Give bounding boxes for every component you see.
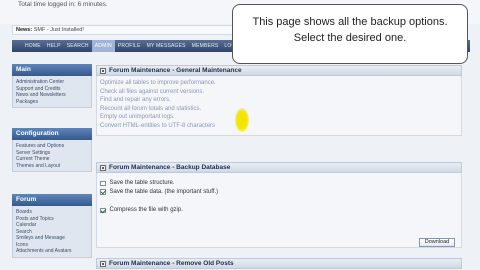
news-text: SMF - Just Installed! [33,27,84,33]
general-maintenance-header: Forum Maintenance - General Maintenance [96,65,462,76]
nav-help[interactable]: HELP [44,40,64,52]
check-files-link[interactable]: Check all files against current versions… [97,88,461,97]
tutorial-callout: This page shows all the backup options. … [232,4,468,64]
nav-profile[interactable]: PROFILE [115,40,144,52]
callout-line-2: Select the desired one. [293,32,407,44]
save-data-checkbox[interactable] [100,189,106,195]
backup-database-panel: Forum Maintenance - Backup Database Save… [96,162,462,248]
remove-old-posts-panel: Forum Maintenance - Remove Old Posts [96,258,462,269]
sidebar-forum-title: Forum [12,194,92,206]
cursor-highlight [235,108,249,132]
news-bar: News: SMF - Just Installed! [12,25,238,35]
maintenance-icon [100,164,106,171]
compress-gzip-label: Compress the file with gzip. [109,207,183,214]
sidebar-main-title: Main [12,64,92,76]
maintenance-icon [100,67,106,74]
admin-sidebar: Main Administration Center Support and C… [12,60,92,270]
callout-line-1: This page shows all the backup options. [252,16,448,28]
sidebar-item-packages[interactable]: Packages [16,99,88,106]
sidebar-configuration-section: Configuration Features and Options Serve… [12,128,92,172]
remove-old-posts-title: Forum Maintenance - Remove Old Posts [109,260,234,267]
sidebar-forum-section: Forum Boards Posts and Topics Calendar S… [12,194,92,258]
convert-utf8-link[interactable]: Convert HTML-entities to UTF-8 character… [97,122,461,131]
nav-home[interactable]: HOME [22,40,44,52]
nav-search[interactable]: SEARCH [64,40,92,52]
empty-logs-link[interactable]: Empty out unimportant logs. [97,113,461,122]
compress-gzip-checkbox[interactable] [100,207,106,213]
download-button[interactable]: Download [419,238,455,247]
general-maintenance-title: Forum Maintenance - General Maintenance [109,67,242,74]
nav-members[interactable]: MEMBERS [189,40,222,52]
save-structure-option[interactable]: Save the table structure. [97,179,461,188]
optimize-tables-link[interactable]: Optimize all tables to improve performan… [97,79,461,88]
backup-database-header: Forum Maintenance - Backup Database [96,162,462,173]
compress-gzip-option[interactable]: Compress the file with gzip. [97,206,461,215]
save-data-option[interactable]: Save the table data. (the important stuf… [97,188,461,197]
save-structure-checkbox[interactable] [100,180,106,186]
general-maintenance-panel: Forum Maintenance - General Maintenance … [96,65,462,136]
news-label: News: [16,27,33,33]
nav-my-messages[interactable]: MY MESSAGES [144,40,189,52]
save-structure-label: Save the table structure. [109,180,175,187]
sidebar-main-section: Main Administration Center Support and C… [12,64,92,108]
save-data-label: Save the table data. (the important stuf… [109,188,219,195]
backup-database-title: Forum Maintenance - Backup Database [109,164,231,171]
remove-old-posts-header: Forum Maintenance - Remove Old Posts [96,258,462,269]
recount-totals-link[interactable]: Recount all forum totals and statistics. [97,105,461,114]
sidebar-item-attachments-avatars[interactable]: Attachments and Avatars [16,248,88,255]
maintenance-icon [100,260,106,267]
nav-admin[interactable]: ADMIN [91,40,115,52]
sidebar-item-themes-layout[interactable]: Themes and Layout [16,163,88,170]
repair-errors-link[interactable]: Find and repair any errors. [97,96,461,105]
sidebar-configuration-title: Configuration [12,128,92,140]
